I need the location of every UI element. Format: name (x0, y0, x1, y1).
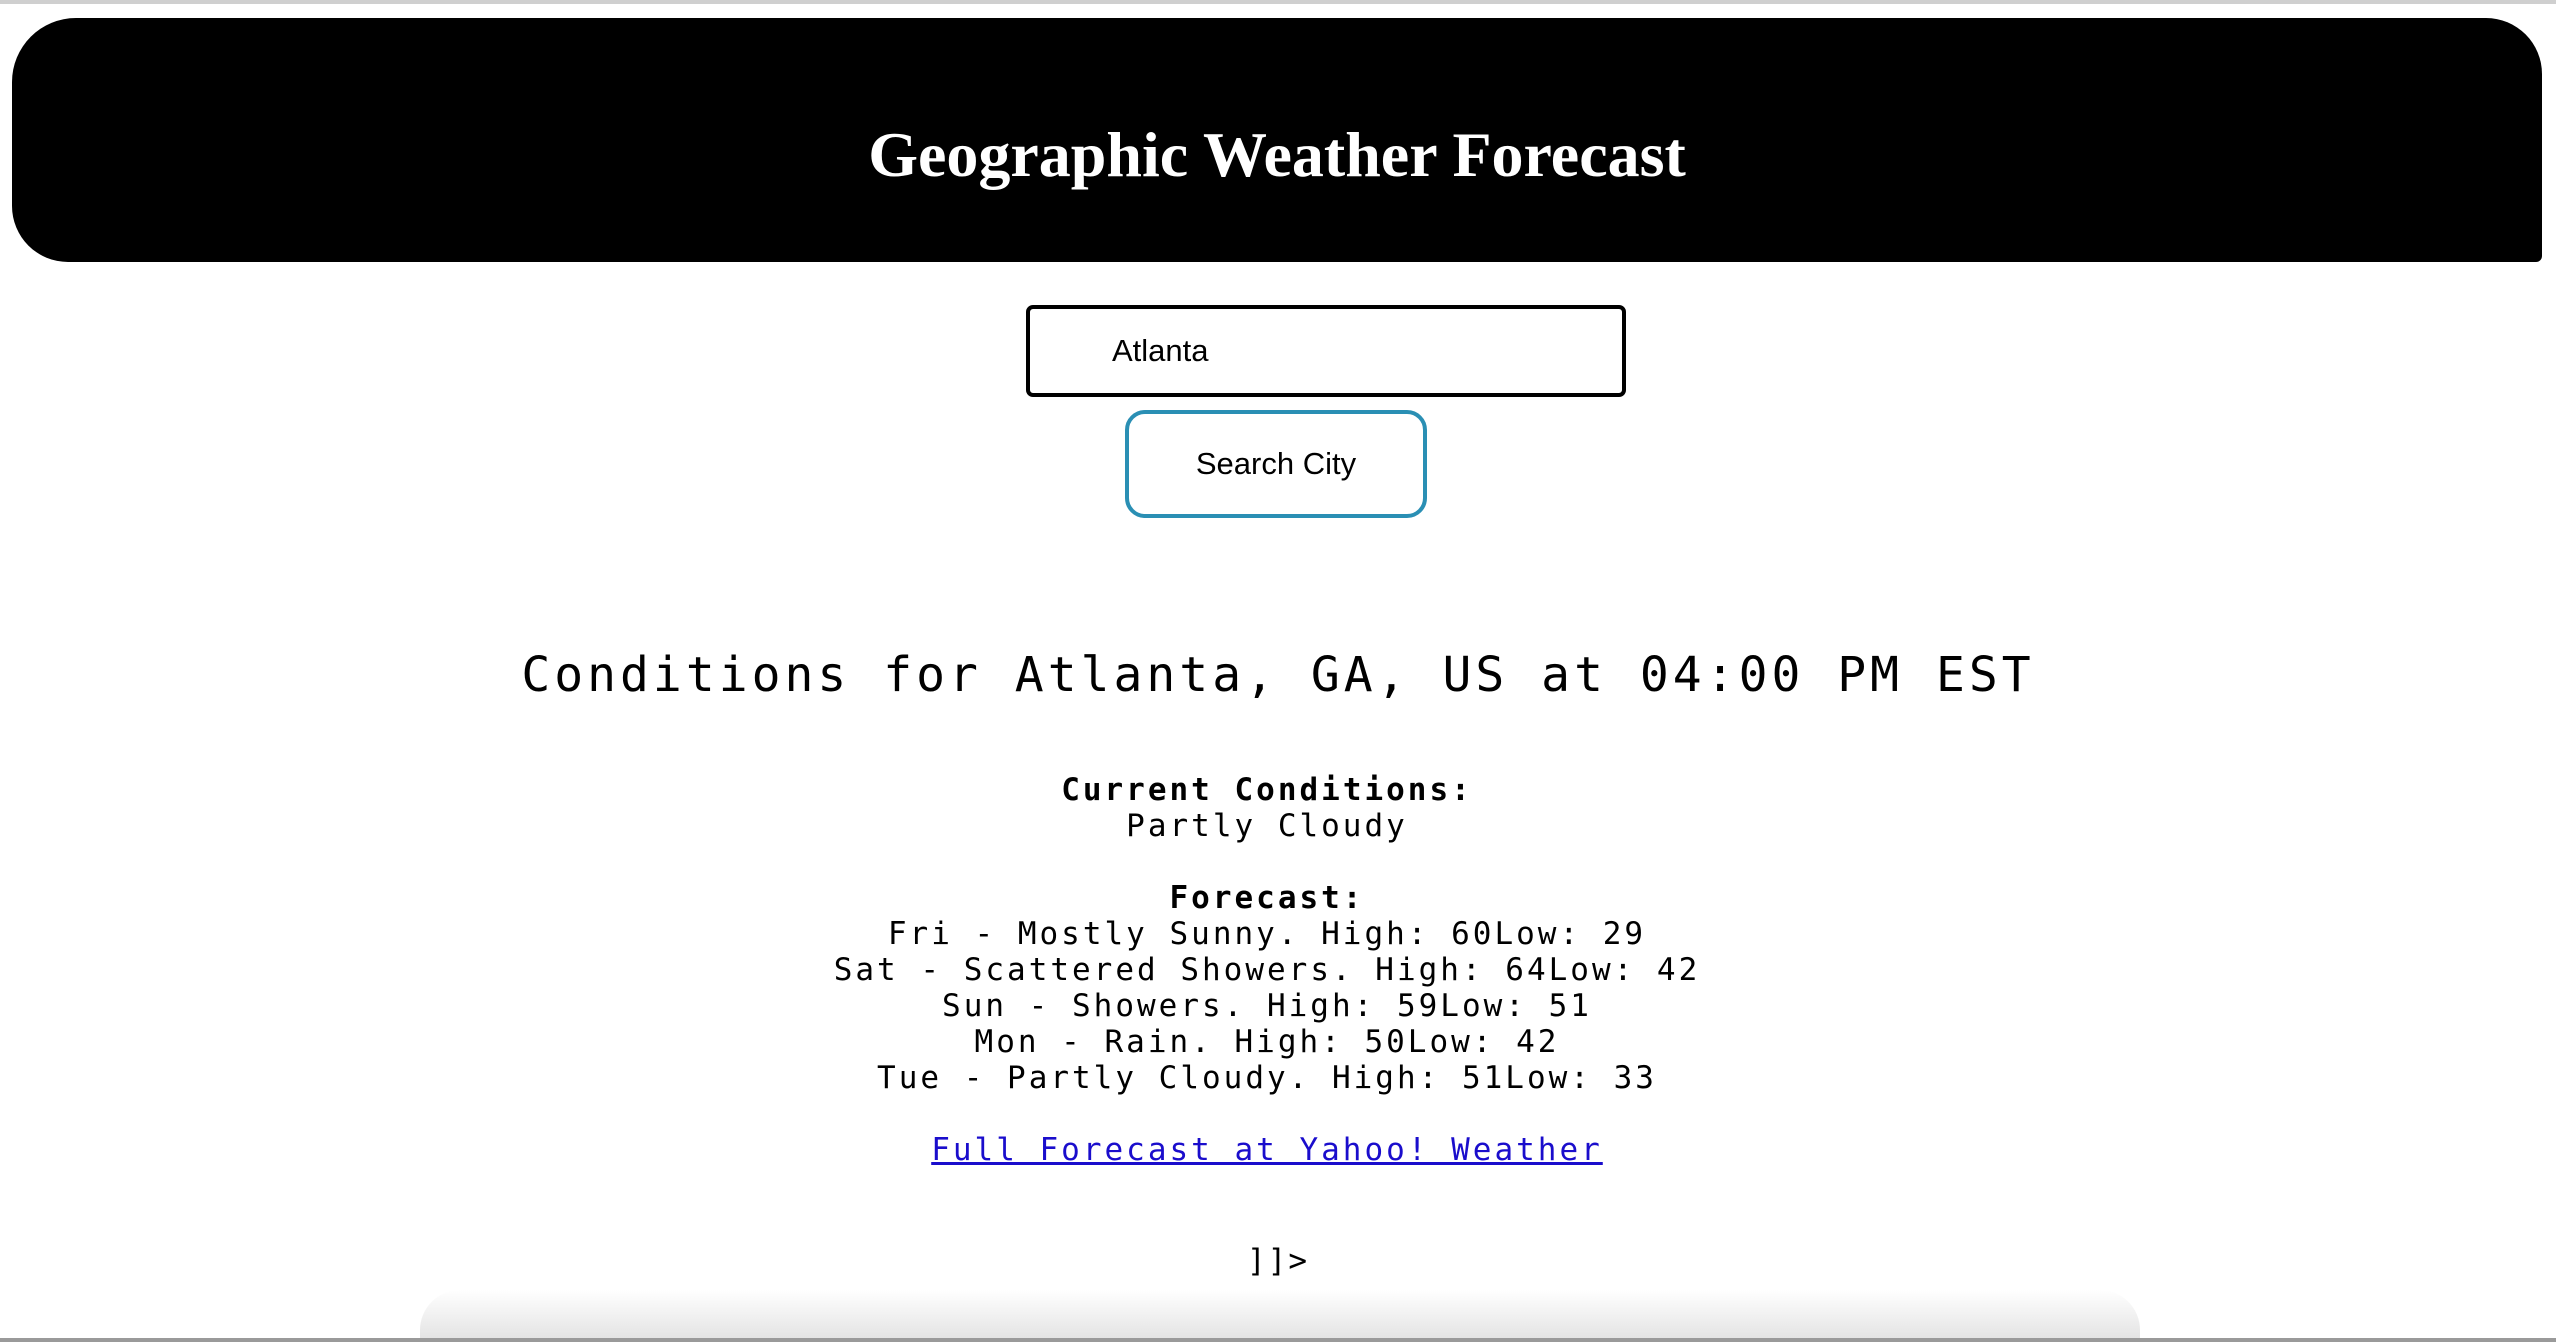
trailing-text: ]]> (1247, 1243, 1309, 1279)
full-forecast-link[interactable]: Full Forecast at Yahoo! Weather (931, 1132, 1603, 1168)
forecast-day: Tue - Partly Cloudy. High: 51Low: 33 (877, 1060, 1657, 1096)
conditions-heading: Conditions for Atlanta, GA, US at 04:00 … (521, 647, 2035, 703)
city-search-input[interactable] (1026, 305, 1626, 397)
forecast-day: Fri - Mostly Sunny. High: 60Low: 29 (887, 916, 1647, 952)
forecast-day: Sat - Scattered Showers. High: 64Low: 42 (833, 952, 1701, 988)
bottom-shadow (420, 1290, 2140, 1338)
conditions-block: Current Conditions: Partly Cloudy Foreca… (0, 772, 2534, 1168)
window-bottom-border (0, 1338, 2556, 1342)
current-conditions-value: Partly Cloudy (1126, 808, 1408, 844)
page-header: Geographic Weather Forecast (12, 18, 2542, 262)
current-conditions-label: Current Conditions: (1061, 772, 1473, 808)
page-title: Geographic Weather Forecast (868, 119, 1686, 190)
search-city-button[interactable]: Search City (1125, 410, 1427, 518)
forecast-day: Sun - Showers. High: 59Low: 51 (942, 988, 1592, 1024)
forecast-day: Mon - Rain. High: 50Low: 42 (974, 1024, 1560, 1060)
forecast-label: Forecast: (1169, 880, 1365, 916)
window-top-border (0, 0, 2556, 4)
